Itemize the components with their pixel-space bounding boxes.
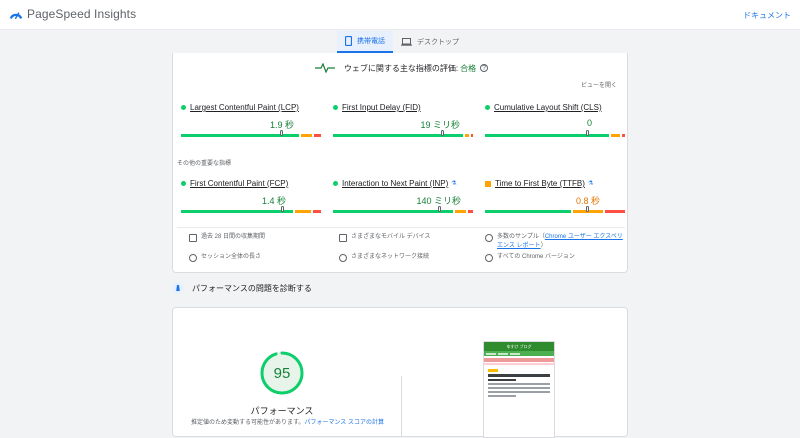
tab-mobile-label: 携帯電話 xyxy=(357,38,385,45)
score-calculator-link[interactable]: パフォーマンス スコアの計算 xyxy=(304,420,384,426)
thumbnail-banner xyxy=(484,358,554,362)
phone-icon xyxy=(345,36,352,46)
detail-session: セッション全体の長さ xyxy=(189,253,329,262)
metric-value: 1.9 秒 xyxy=(269,120,294,130)
detail-text: すべての Chrome バージョン xyxy=(497,254,575,260)
distribution-bar xyxy=(333,210,473,213)
good-status-icon xyxy=(181,105,186,110)
metric-name[interactable]: First Contentful Paint (FCP) xyxy=(190,179,288,188)
percentile-marker xyxy=(441,130,444,136)
experimental-flask-icon: ⚗ xyxy=(587,181,594,187)
assessment-result: 合格 xyxy=(460,63,477,73)
performance-note: 推定値のため変動する可能性があります。パフォーマンス スコアの計算 xyxy=(191,419,391,428)
metric-name[interactable]: Time to First Byte (TTFB) xyxy=(495,179,585,188)
detail-text: 過去 28 日間の収集期間 xyxy=(201,234,266,240)
detail-text: セッション全体の長さ xyxy=(201,254,262,260)
timer-icon xyxy=(189,253,197,262)
tab-mobile[interactable]: 携帯電話 xyxy=(337,31,393,53)
device-tabs: 携帯電話 デスクトップ xyxy=(337,31,467,53)
good-status-icon xyxy=(181,181,186,186)
devices-icon xyxy=(339,233,347,242)
good-status-icon xyxy=(333,105,338,110)
distribution-bar xyxy=(333,134,473,137)
lab-data-card: 95 パフォーマンス 推定値のため変動する可能性があります。パフォーマンス スコ… xyxy=(172,307,628,438)
metric-value: 0 xyxy=(586,118,592,128)
detail-text: さまざまなモバイル デバイス xyxy=(351,234,431,240)
metric-ttfb: Time to First Byte (TTFB) ⚗ 0.8 秒 xyxy=(485,179,625,213)
note-text: 推定値のため変動する可能性があります。 xyxy=(191,420,305,426)
thumbnail-tag xyxy=(488,369,498,372)
thumbnail-site-title: ゆすけ ブログ xyxy=(484,342,554,351)
distribution-bar xyxy=(485,134,625,137)
app-title[interactable]: PageSpeed Insights xyxy=(27,7,136,21)
detail-samples: 多数のサンプル（Chrome ユーザー エクスペリエンス レポート） xyxy=(485,233,625,251)
experimental-flask-icon: ⚗ xyxy=(451,181,457,187)
good-status-icon xyxy=(485,105,490,110)
percentile-marker xyxy=(586,130,589,136)
tab-desktop[interactable]: デスクトップ xyxy=(393,31,467,53)
distribution-bar xyxy=(181,210,321,213)
thumbnail-text-line xyxy=(488,383,550,385)
field-data-card: ウェブに関する主な指標の評価: 合格 ? ビューを開く Largest Cont… xyxy=(172,53,628,273)
diagnose-title: パフォーマンスの問題を診断する xyxy=(192,283,312,293)
thumbnail-nav xyxy=(484,351,554,356)
distribution-bar xyxy=(181,134,321,137)
percentile-marker xyxy=(280,130,283,136)
laptop-icon xyxy=(401,38,412,46)
performance-score: 95 xyxy=(273,365,291,382)
vertical-divider xyxy=(401,376,402,436)
detail-devices: さまざまなモバイル デバイス xyxy=(339,233,479,242)
metric-fcp: First Contentful Paint (FCP) 1.4 秒 xyxy=(181,179,321,213)
distribution-bar xyxy=(485,210,625,213)
detail-text: さまざまなネットワーク接続 xyxy=(351,254,430,260)
docs-link[interactable]: ドキュメント xyxy=(743,10,791,21)
pagespeed-logo-icon xyxy=(9,12,23,20)
expand-view-link[interactable]: ビューを開く xyxy=(581,80,617,89)
chrome-icon xyxy=(485,253,493,262)
users-icon xyxy=(485,233,493,242)
top-bar: PageSpeed Insights ドキュメント xyxy=(0,0,800,30)
tab-desktop-label: デスクトップ xyxy=(417,39,459,46)
core-web-vitals-assessment: ウェブに関する主な指標の評価: 合格 ? xyxy=(173,60,629,76)
help-icon[interactable]: ? xyxy=(480,64,489,72)
metric-name[interactable]: Interaction to Next Paint (INP) xyxy=(342,179,448,188)
performance-label: パフォーマンス xyxy=(250,406,314,416)
metric-inp: Interaction to Next Paint (INP) ⚗ 140 ミリ秒 xyxy=(333,179,473,213)
detail-text-suffix: ） xyxy=(540,243,547,249)
detail-text: 多数のサンプル（ xyxy=(497,234,545,240)
good-status-icon xyxy=(333,181,338,186)
thumbnail-text-line xyxy=(488,378,516,381)
metric-lcp: Largest Contentful Paint (LCP) 1.9 秒 xyxy=(181,103,321,137)
percentile-marker xyxy=(281,206,284,212)
metric-cls: Cumulative Layout Shift (CLS) 0 xyxy=(485,103,625,137)
metric-name[interactable]: Cumulative Layout Shift (CLS) xyxy=(494,103,602,112)
other-metrics-heading: その他の重要な指標 xyxy=(177,161,232,167)
calendar-icon xyxy=(189,233,197,242)
pulse-icon xyxy=(314,60,336,76)
detail-network: さまざまなネットワーク接続 xyxy=(339,253,479,262)
metric-name[interactable]: Largest Contentful Paint (LCP) xyxy=(190,103,299,112)
detail-chrome: すべての Chrome バージョン xyxy=(485,253,625,262)
metric-value: 19 ミリ秒 xyxy=(420,120,460,130)
average-status-icon xyxy=(485,180,491,187)
percentile-marker xyxy=(586,206,589,212)
wifi-icon xyxy=(339,253,347,262)
thumbnail-text-line xyxy=(488,395,516,397)
thumbnail-text-line xyxy=(488,391,550,393)
metric-fid: First Input Delay (FID) 19 ミリ秒 xyxy=(333,103,473,137)
metric-name[interactable]: First Input Delay (FID) xyxy=(342,103,421,112)
assessment-label: ウェブに関する主な指標の評価: xyxy=(343,63,459,73)
lighthouse-icon xyxy=(172,282,184,294)
percentile-marker xyxy=(438,206,441,212)
metric-value: 0.8 秒 xyxy=(575,196,600,206)
diagnose-heading: パフォーマンスの問題を診断する xyxy=(172,282,312,294)
page-screenshot-thumbnail: ゆすけ ブログ xyxy=(483,341,555,438)
divider xyxy=(177,227,625,228)
detail-collection-period: 過去 28 日間の収集期間 xyxy=(189,233,329,242)
thumbnail-banner-sub xyxy=(484,363,554,365)
thumbnail-text-line xyxy=(488,387,550,389)
thumbnail-text-line xyxy=(488,374,550,377)
